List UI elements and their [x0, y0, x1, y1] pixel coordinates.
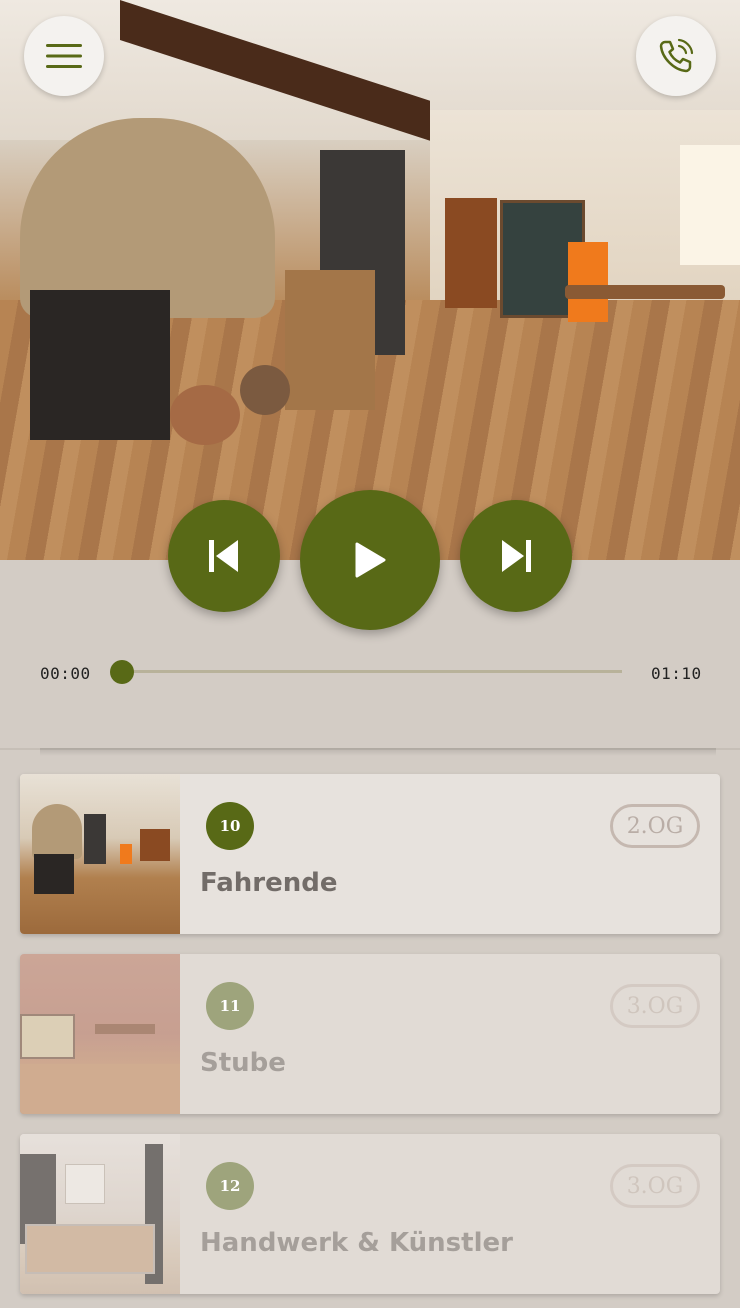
station-thumbnail: [20, 774, 180, 934]
station-title: Fahrende: [200, 868, 338, 898]
menu-button[interactable]: [24, 16, 104, 96]
progress-thumb[interactable]: [110, 660, 134, 684]
list-divider: [40, 748, 716, 756]
hero-orange-panel: [568, 242, 608, 322]
station-thumbnail: [20, 1134, 180, 1294]
progress-track[interactable]: [122, 670, 622, 673]
next-track-button[interactable]: [460, 500, 572, 612]
station-card[interactable]: 12 3.OG Handwerk & Künstler: [20, 1134, 720, 1294]
station-number-badge: 11: [206, 982, 254, 1030]
hero-image: [0, 0, 740, 560]
floor-tag: 3.OG: [610, 1164, 700, 1208]
skip-previous-icon: [209, 540, 238, 572]
hero-copper-pot: [170, 385, 240, 445]
station-card[interactable]: 10 2.OG Fahrende: [20, 774, 720, 934]
play-icon: [355, 542, 386, 578]
hero-covered-wagon: [20, 118, 275, 318]
station-card[interactable]: 11 3.OG Stube: [20, 954, 720, 1114]
call-button[interactable]: [636, 16, 716, 96]
station-title: Stube: [200, 1048, 286, 1078]
play-button[interactable]: [300, 490, 440, 630]
hero-table: [565, 285, 725, 299]
floor-tag: 2.OG: [610, 804, 700, 848]
station-number-badge: 10: [206, 802, 254, 850]
phone-ringing-icon: [659, 38, 694, 73]
previous-track-button[interactable]: [168, 500, 280, 612]
hamburger-menu-icon: [46, 44, 82, 68]
station-title: Handwerk & Künstler: [200, 1228, 513, 1258]
total-time: 01:10: [651, 664, 702, 683]
hero-cabinet-left: [445, 198, 497, 308]
station-number-badge: 12: [206, 1162, 254, 1210]
station-thumbnail: [20, 954, 180, 1114]
hero-rack: [285, 270, 375, 410]
hero-window: [680, 145, 740, 265]
hero-pan: [240, 365, 290, 415]
hero-wagon-base: [30, 290, 170, 440]
current-time: 00:00: [40, 664, 91, 683]
floor-tag: 3.OG: [610, 984, 700, 1028]
skip-next-icon: [502, 540, 531, 572]
